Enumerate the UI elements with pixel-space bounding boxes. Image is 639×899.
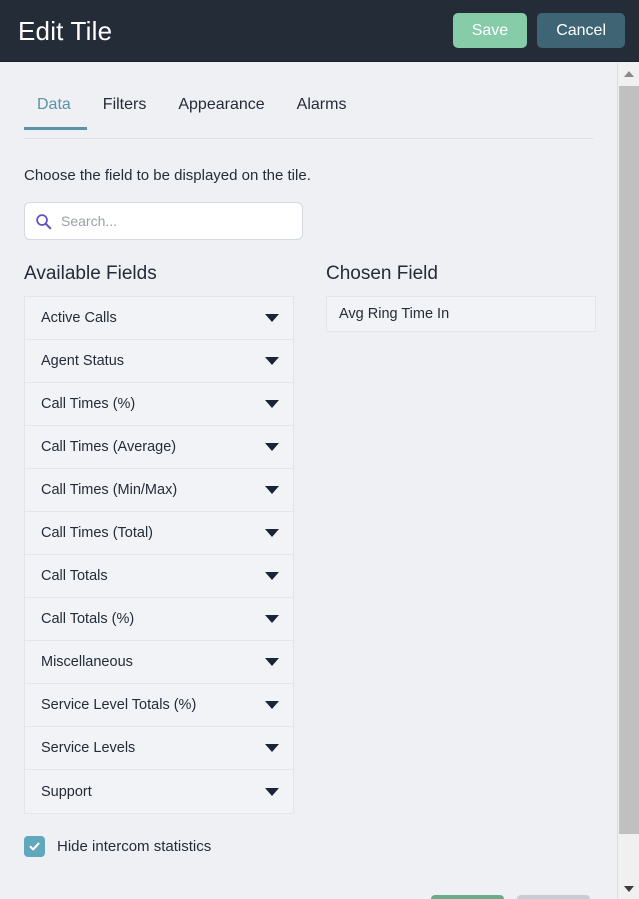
dialog-header: Edit Tile Save Cancel (0, 0, 639, 62)
field-label: Call Totals (%) (41, 611, 135, 627)
list-item[interactable]: Agent Status (25, 340, 293, 383)
available-fields-column: Available Fields Active Calls Agent Stat… (24, 263, 294, 814)
scrollbar-thumb[interactable] (619, 86, 639, 834)
chosen-field-title: Chosen Field (326, 263, 438, 284)
field-label: Active Calls (41, 310, 117, 326)
list-item[interactable]: Service Levels (25, 727, 293, 770)
chevron-down-icon[interactable] (265, 701, 279, 709)
search-icon (36, 213, 52, 229)
field-label: Support (41, 783, 92, 800)
field-label: Service Level Totals (%) (41, 697, 197, 713)
chevron-down-icon[interactable] (265, 529, 279, 537)
chevron-down-icon[interactable] (265, 787, 279, 796)
field-label: Call Times (Min/Max) (41, 482, 178, 498)
vertical-scrollbar[interactable] (617, 63, 639, 899)
list-item[interactable]: Miscellaneous (25, 641, 293, 684)
chevron-down-icon[interactable] (265, 744, 279, 752)
field-label: Service Levels (41, 740, 136, 756)
list-item[interactable]: Service Level Totals (%) (25, 684, 293, 727)
page-title: Edit Tile (18, 15, 113, 46)
list-item[interactable]: Active Calls (25, 297, 293, 340)
chevron-down-icon[interactable] (265, 443, 279, 451)
dialog-body: Data Filters Appearance Alarms Choose th… (0, 63, 617, 899)
tab-data[interactable]: Data (24, 92, 87, 130)
chosen-field-list: Avg Ring Time In (326, 296, 596, 332)
chevron-down-icon[interactable] (265, 314, 279, 322)
available-fields-list: Active Calls Agent Status Call Times (%)… (24, 296, 294, 814)
search-input[interactable] (61, 203, 292, 239)
hide-intercom-statistics-checkbox[interactable] (24, 836, 45, 857)
list-item[interactable]: Call Times (Min/Max) (25, 469, 293, 512)
check-icon (29, 842, 40, 851)
tab-bar: Data Filters Appearance Alarms (24, 92, 593, 139)
scroll-up-button[interactable] (618, 63, 639, 84)
tab-appearance[interactable]: Appearance (162, 92, 280, 129)
triangle-up-icon (623, 70, 634, 77)
field-label: Call Totals (41, 568, 108, 584)
instruction-text: Choose the field to be displayed on the … (24, 167, 311, 184)
footer-cancel-button[interactable] (517, 895, 590, 899)
field-label: Call Times (Total) (41, 525, 153, 541)
list-item[interactable]: Call Totals (%) (25, 598, 293, 641)
list-item[interactable]: Support (25, 770, 293, 813)
edit-tile-dialog: Edit Tile Save Cancel Data Filters Appea… (0, 0, 639, 899)
search-box[interactable] (24, 202, 303, 240)
footer-buttons (0, 894, 617, 899)
header-actions: Save Cancel (452, 12, 625, 49)
hide-intercom-statistics-label: Hide intercom statistics (57, 838, 212, 855)
field-label: Agent Status (41, 353, 125, 369)
list-item[interactable]: Call Totals (25, 555, 293, 598)
list-item[interactable]: Call Times (%) (25, 383, 293, 426)
save-button[interactable]: Save (452, 12, 528, 49)
list-item[interactable]: Avg Ring Time In (326, 296, 596, 332)
chevron-down-icon[interactable] (265, 658, 279, 666)
triangle-down-icon (623, 885, 634, 892)
hide-intercom-statistics-row[interactable]: Hide intercom statistics (24, 836, 593, 857)
chevron-down-icon[interactable] (265, 357, 279, 365)
chosen-field-column: Chosen Field Avg Ring Time In (326, 263, 596, 332)
list-item[interactable]: Call Times (Average) (25, 426, 293, 469)
chevron-down-icon[interactable] (265, 486, 279, 494)
cancel-button[interactable]: Cancel (537, 12, 625, 49)
footer-save-button[interactable] (431, 895, 504, 899)
field-label: Miscellaneous (41, 654, 133, 670)
chevron-down-icon[interactable] (265, 572, 279, 580)
chevron-down-icon[interactable] (265, 615, 279, 623)
tab-alarms[interactable]: Alarms (281, 92, 363, 129)
field-selector: Available Fields Active Calls Agent Stat… (24, 263, 596, 814)
tab-filters[interactable]: Filters (87, 92, 163, 129)
field-label: Call Times (%) (41, 396, 136, 412)
field-label: Call Times (Average) (41, 439, 177, 455)
scroll-down-button[interactable] (618, 878, 639, 899)
list-item[interactable]: Call Times (Total) (25, 512, 293, 555)
available-fields-title: Available Fields (24, 263, 157, 284)
chevron-down-icon[interactable] (265, 400, 279, 408)
